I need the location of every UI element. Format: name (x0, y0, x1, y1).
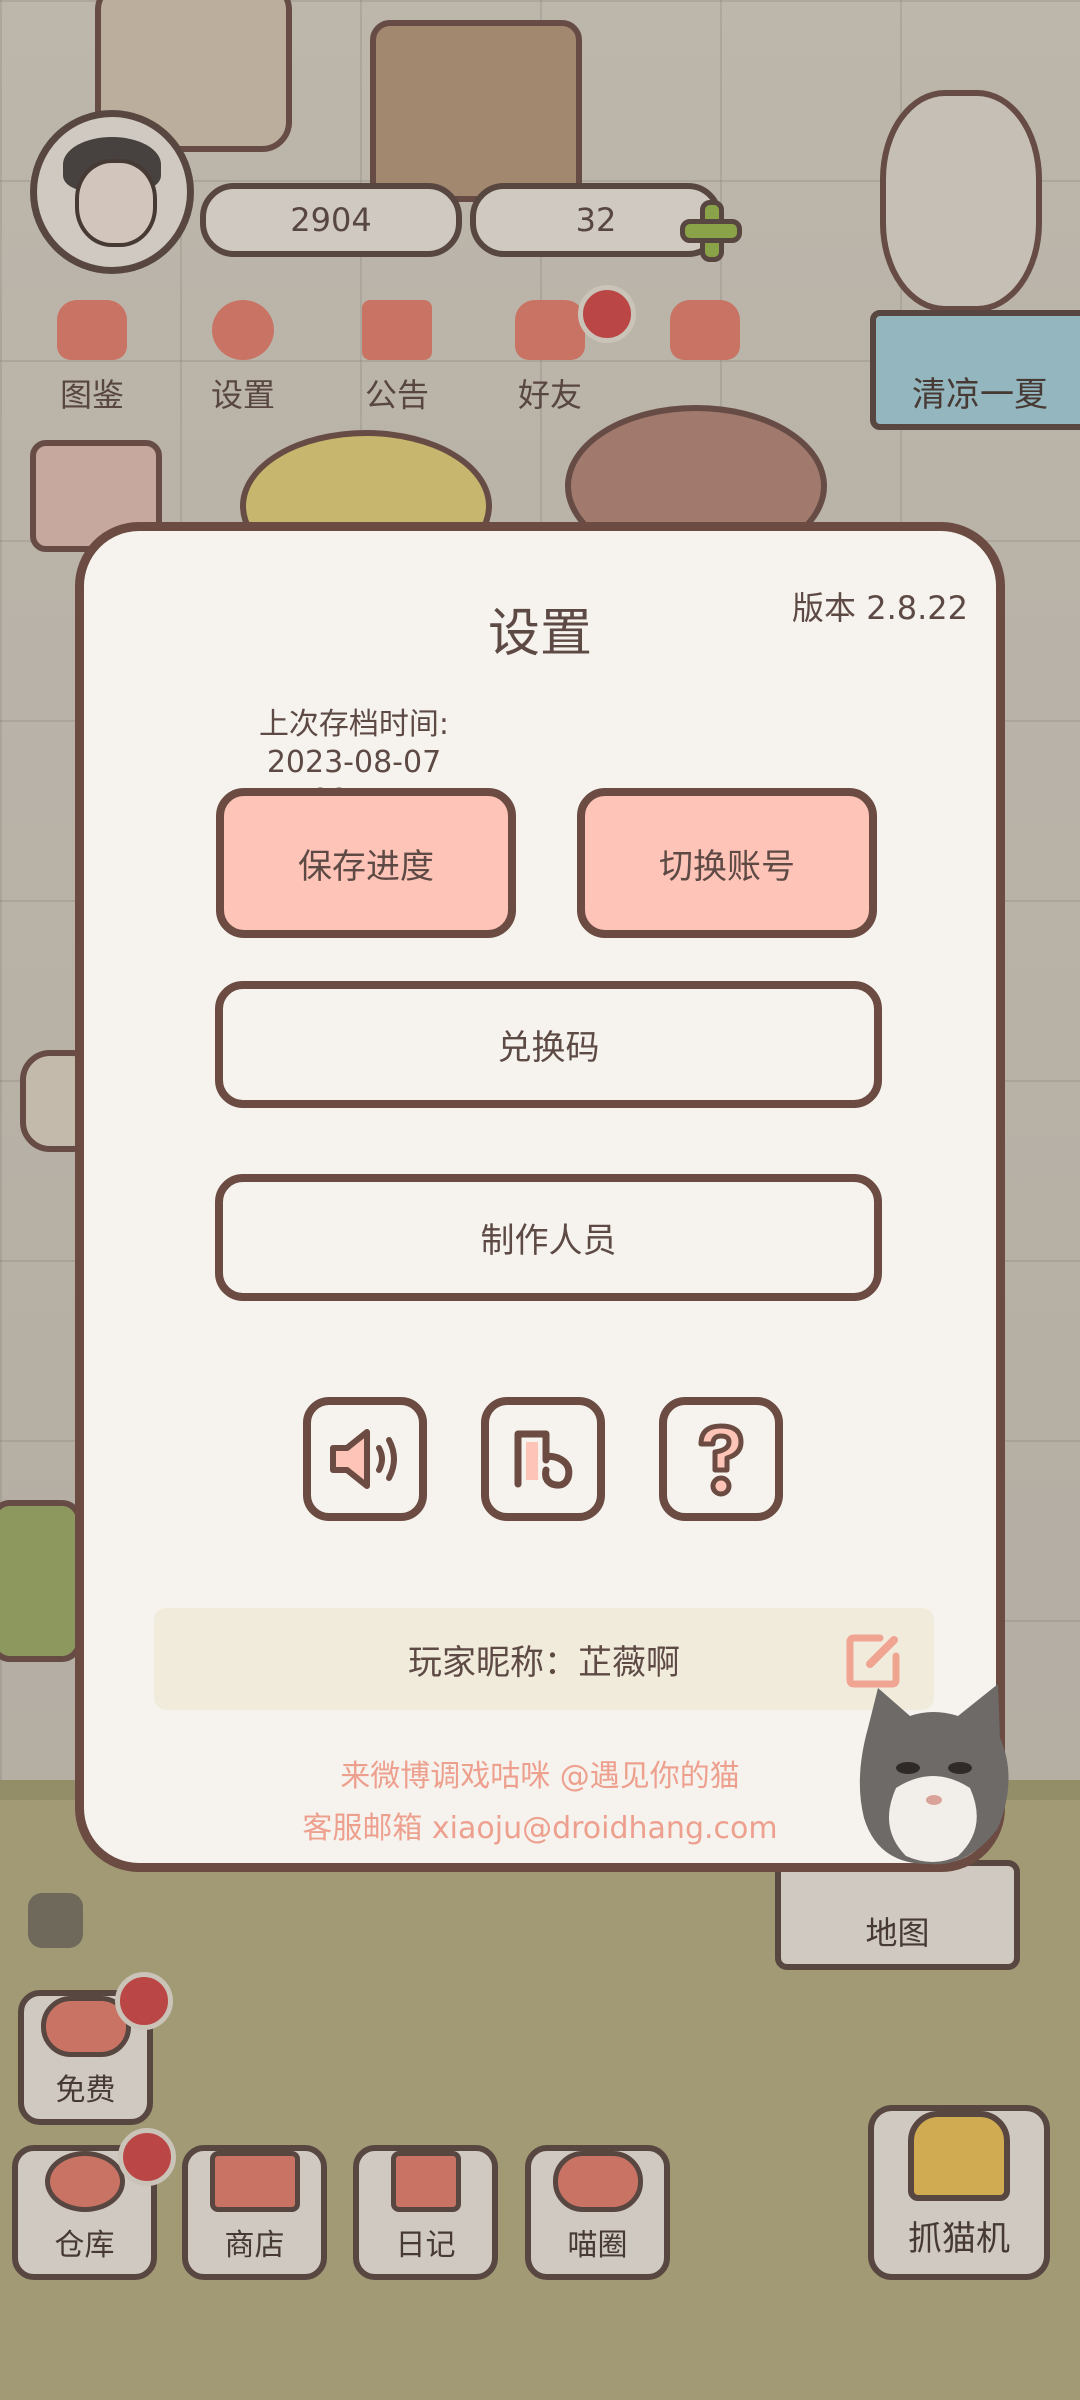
peeking-cat-image (859, 1684, 1009, 1865)
redeem-code-button[interactable]: 兑换码 (215, 981, 882, 1108)
help-button[interactable] (659, 1397, 783, 1521)
question-mark-icon (698, 1423, 744, 1497)
switch-account-button[interactable]: 切换账号 (577, 788, 877, 938)
credits-button[interactable]: 制作人员 (215, 1174, 882, 1301)
speaker-icon (330, 1429, 397, 1489)
last-save-label: 上次存档时间: (258, 707, 450, 742)
version-label: 版本 2.8.22 (792, 589, 968, 627)
redeem-code-label: 兑换码 (497, 1028, 600, 1068)
save-progress-label: 保存进度 (298, 846, 434, 887)
music-button[interactable] (481, 1397, 605, 1521)
switch-account-label: 切换账号 (659, 846, 795, 887)
music-icon (514, 1430, 573, 1489)
save-progress-button[interactable]: 保存进度 (216, 788, 516, 938)
nickname-text: 玩家昵称：芷薇啊 (408, 1642, 680, 1683)
credits-label: 制作人员 (480, 1221, 617, 1261)
nickname-bar[interactable]: 玩家昵称：芷薇啊 (154, 1608, 934, 1710)
sound-button[interactable] (303, 1397, 427, 1521)
